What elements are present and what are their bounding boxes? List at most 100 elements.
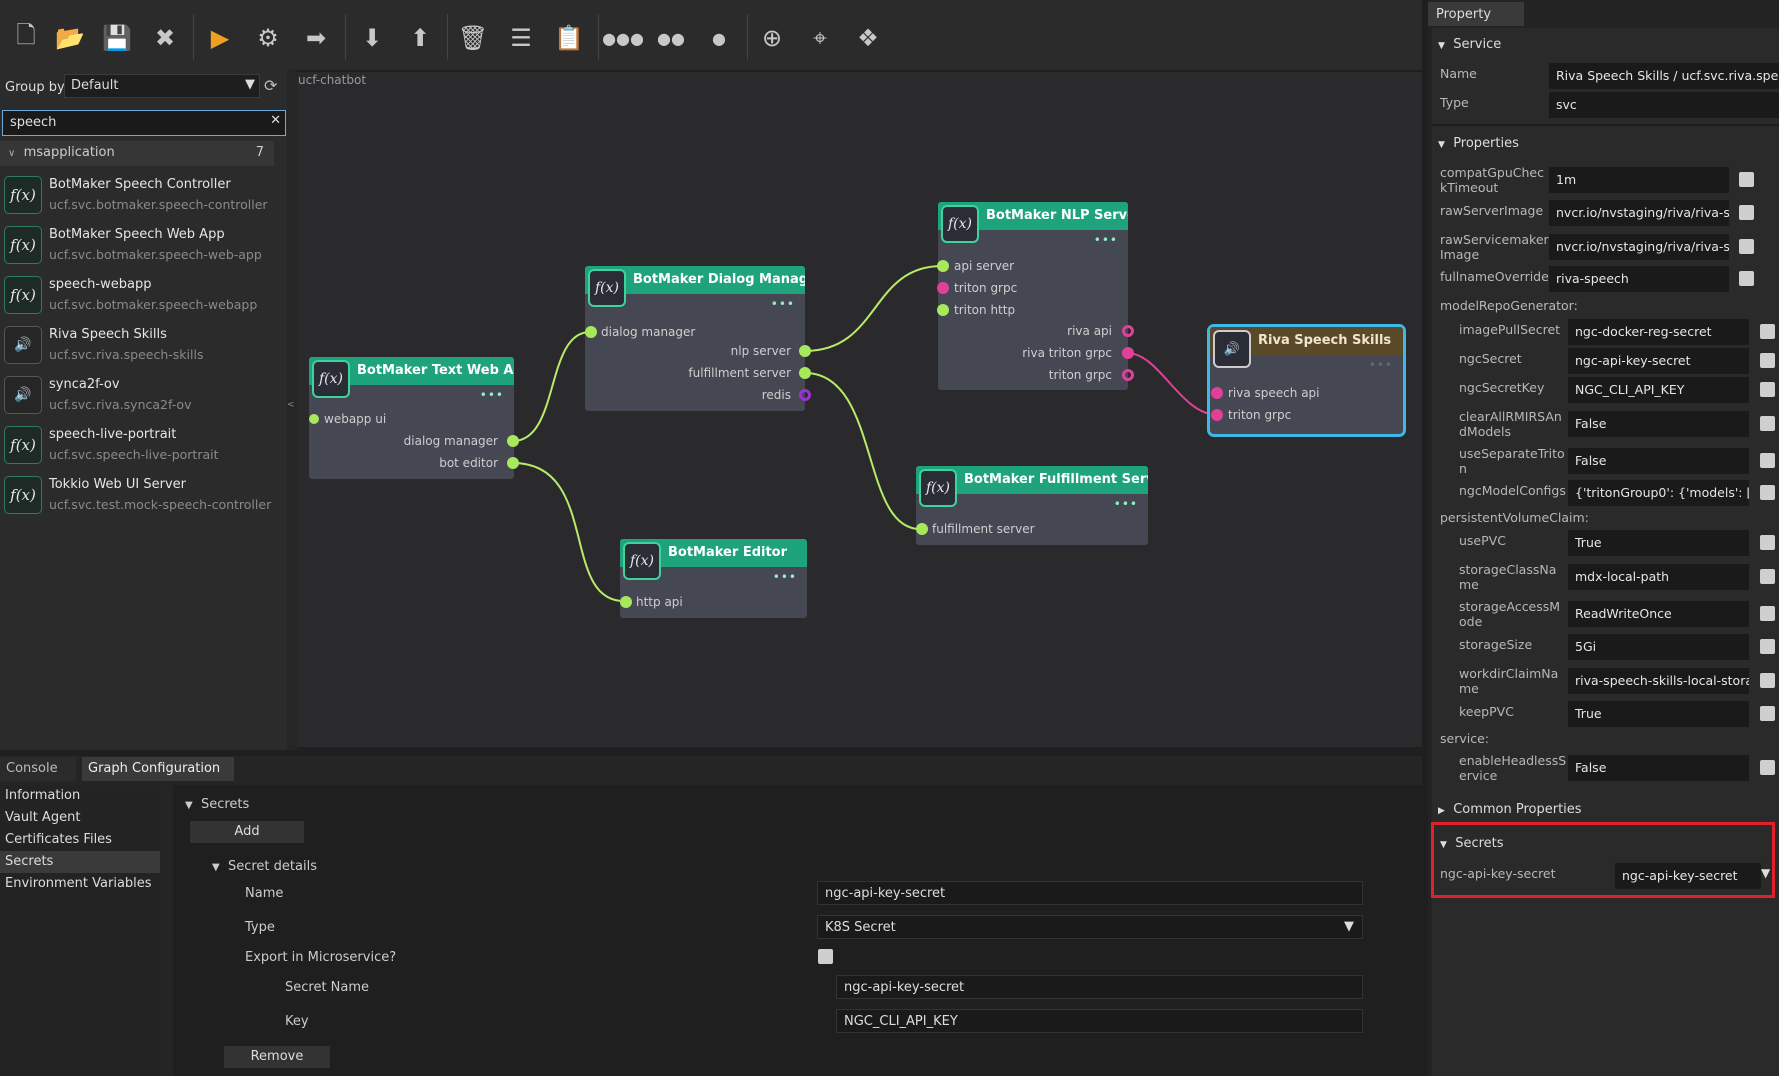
override-checkbox[interactable] [1760,453,1775,468]
more-options-icon[interactable]: ••• [1094,233,1118,247]
port-dot[interactable] [309,414,319,424]
port-dot[interactable] [937,304,949,316]
more-options-icon[interactable]: ••• [480,388,504,402]
port-dot[interactable] [937,282,949,294]
property-value[interactable]: 1m [1549,167,1729,193]
more-options-icon[interactable]: ••• [771,297,795,311]
nav-environment-variables[interactable]: Environment Variables [0,873,160,895]
property-value[interactable]: ngc-api-key-secret [1568,348,1749,374]
property-value[interactable]: {'tritonGroup0': {'models': ['nv [1568,480,1749,506]
override-checkbox[interactable] [1760,706,1775,721]
property-value[interactable]: riva-speech-skills-local-storage [1568,668,1749,694]
property-value[interactable]: 5Gi [1568,634,1749,660]
property-value[interactable]: True [1568,701,1749,727]
property-value[interactable]: True [1568,530,1749,556]
port-dot[interactable] [1211,387,1223,399]
remove-button[interactable]: Remove [224,1046,330,1068]
expand-icon: ▼ [212,862,220,873]
port-dot[interactable] [799,389,811,401]
secrets-header[interactable]: ▼ Secrets [185,797,249,812]
tab-graph-configuration[interactable]: Graph Configuration [82,757,234,781]
nav-information[interactable]: Information [0,785,160,807]
property-value[interactable]: False [1568,755,1749,781]
node-dialog-manager[interactable]: BotMaker Dialog Manager f(x) ••• dialog … [585,266,811,411]
properties-header[interactable]: ▼ Properties [1438,136,1519,151]
override-checkbox[interactable] [1760,353,1775,368]
override-checkbox[interactable] [1760,416,1775,431]
prop-secrets-header[interactable]: ▼ Secrets [1440,836,1504,851]
secret-row-select[interactable]: ngc-api-key-secret [1615,863,1761,889]
secret-details-header[interactable]: ▼ Secret details [212,859,317,874]
port-dot[interactable] [620,596,632,608]
port-dot[interactable] [799,345,811,357]
port-dot[interactable] [585,326,597,338]
secret-name-field[interactable]: ngc-api-key-secret [817,881,1363,905]
secret-row-label: ngc-api-key-secret [1440,866,1556,881]
secret-name-input[interactable]: ngc-api-key-secret [836,975,1363,999]
prop-type-label: Type [1440,95,1469,110]
node-nlp-server[interactable]: BotMaker NLP Server f(x) ••• api server … [937,202,1134,390]
override-checkbox[interactable] [1739,271,1754,286]
port-dot[interactable] [1122,347,1134,359]
node-editor[interactable]: BotMaker Editor f(x) ••• http api [620,539,807,618]
more-options-icon[interactable]: ••• [1369,358,1393,372]
tab-console[interactable]: Console [0,757,76,781]
property-value[interactable]: ngc-docker-reg-secret [1568,319,1749,345]
property-label: imagePullSecret [1459,322,1561,337]
port-dot[interactable] [507,435,519,447]
property-value[interactable]: riva-speech [1549,266,1729,292]
prop-type-value[interactable]: svc [1549,92,1779,118]
port-label: bot editor [439,456,498,470]
secret-row-value: ngc-api-key-secret [1622,868,1738,883]
port-dot[interactable] [1122,369,1134,381]
override-checkbox[interactable] [1760,485,1775,500]
property-label: storageSize [1459,637,1533,652]
override-checkbox[interactable] [1760,760,1775,775]
property-label: fullnameOverride [1440,269,1549,284]
property-value[interactable]: ReadWriteOnce [1568,601,1749,627]
port-dot[interactable] [1122,325,1134,337]
export-checkbox[interactable] [818,949,833,964]
override-checkbox[interactable] [1760,673,1775,688]
port-dot[interactable] [937,260,949,272]
property-value[interactable]: False [1568,448,1749,474]
property-value[interactable]: mdx-local-path [1568,564,1749,590]
more-options-icon[interactable]: ••• [1114,497,1138,511]
override-checkbox[interactable] [1760,535,1775,550]
tab-property[interactable]: Property [1428,2,1524,26]
override-checkbox[interactable] [1739,172,1754,187]
key-input[interactable]: NGC_CLI_API_KEY [836,1009,1363,1033]
property-value[interactable]: nvcr.io/nvstaging/riva/riva-speech [1549,200,1729,226]
override-checkbox[interactable] [1739,205,1754,220]
type-select[interactable]: K8S Secret ▼ [817,915,1363,939]
more-options-icon[interactable]: ••• [773,570,797,584]
node-text-web-app[interactable]: BotMaker Text Web App f(x) ••• webapp ui… [309,357,519,479]
edge-fulfillment [804,372,921,530]
nav-vault-agent[interactable]: Vault Agent [0,807,160,829]
prop-name-value[interactable]: Riva Speech Skills / ucf.svc.riva.speech… [1549,63,1779,89]
name-label: Name [245,886,284,901]
override-checkbox[interactable] [1760,639,1775,654]
override-checkbox[interactable] [1760,382,1775,397]
node-fulfillment-server[interactable]: BotMaker Fulfillment Server f(x) ••• ful… [916,466,1148,545]
override-checkbox[interactable] [1760,324,1775,339]
override-checkbox[interactable] [1739,239,1754,254]
property-value[interactable]: False [1568,411,1749,437]
service-header[interactable]: ▼ Service [1438,37,1501,52]
port-label: triton grpc [1048,368,1112,382]
override-checkbox[interactable] [1760,569,1775,584]
nav-secrets[interactable]: Secrets [0,851,160,873]
nav-certificates-files[interactable]: Certificates Files [0,829,160,851]
property-value[interactable]: NGC_CLI_API_KEY [1568,377,1749,403]
port-dot[interactable] [1211,409,1223,421]
chevron-down-icon[interactable]: ▼ [1761,866,1770,880]
add-button[interactable]: Add [190,821,304,843]
port-dot[interactable] [507,457,519,469]
port-dot[interactable] [916,523,928,535]
override-checkbox[interactable] [1760,606,1775,621]
property-value[interactable]: nvcr.io/nvstaging/riva/riva-speech [1549,234,1729,260]
port-dot[interactable] [799,367,811,379]
common-properties-header[interactable]: ▶ Common Properties [1438,802,1582,817]
port-label: dialog manager [601,325,696,339]
node-riva-speech-skills[interactable]: Riva Speech Skills 🔊 ••• riva speech api… [1207,324,1406,437]
